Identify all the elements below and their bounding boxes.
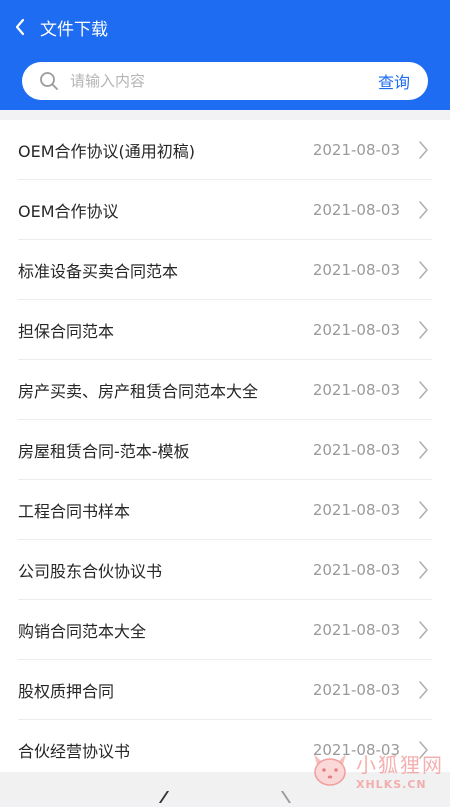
file-date: 2021-08-03 — [312, 501, 400, 519]
file-row[interactable]: 股权质押合同 2021-08-03 — [0, 660, 450, 720]
file-date: 2021-08-03 — [312, 441, 400, 459]
file-date: 2021-08-03 — [312, 681, 400, 699]
chevron-left-icon[interactable] — [14, 12, 34, 42]
chevron-right-icon — [416, 199, 430, 221]
file-name: 房屋租赁合同-范本-模板 — [18, 442, 190, 461]
page-title: 文件下载 — [40, 19, 108, 40]
file-row[interactable]: 购销合同范本大全 2021-08-03 — [0, 600, 450, 660]
file-date: 2021-08-03 — [312, 621, 400, 639]
watermark-logo: 小狐狸网 XHLKS.CN — [308, 742, 444, 798]
search-button[interactable]: 查询 — [378, 69, 410, 93]
nav-forward-icon[interactable] — [278, 788, 300, 804]
chevron-right-icon — [416, 259, 430, 281]
file-row[interactable]: 工程合同书样本 2021-08-03 — [0, 480, 450, 540]
chevron-right-icon — [416, 379, 430, 401]
file-date: 2021-08-03 — [312, 321, 400, 339]
chevron-right-icon — [416, 319, 430, 341]
search-input[interactable] — [68, 71, 378, 91]
file-row[interactable]: 房屋租赁合同-范本-模板 2021-08-03 — [0, 420, 450, 480]
header-bar: 文件下载 查询 — [0, 0, 450, 110]
file-name: 购销合同范本大全 — [18, 622, 147, 641]
file-row[interactable]: OEM合作协议(通用初稿) 2021-08-03 — [0, 120, 450, 180]
file-row[interactable]: OEM合作协议 2021-08-03 — [0, 180, 450, 240]
file-row[interactable]: 担保合同范本 2021-08-03 — [0, 300, 450, 360]
file-name: 工程合同书样本 — [18, 502, 131, 521]
chevron-right-icon — [416, 499, 430, 521]
file-date: 2021-08-03 — [312, 201, 400, 219]
file-row[interactable]: 房产买卖、房产租赁合同范本大全 2021-08-03 — [0, 360, 450, 420]
file-name: 合伙经营协议书 — [18, 742, 131, 761]
file-row[interactable]: 标准设备买卖合同范本 2021-08-03 — [0, 240, 450, 300]
chevron-right-icon — [416, 439, 430, 461]
back-button[interactable]: 文件下载 — [14, 12, 108, 42]
file-name: 担保合同范本 — [18, 322, 115, 341]
file-row[interactable]: 公司股东合伙协议书 2021-08-03 — [0, 540, 450, 600]
file-name: 公司股东合伙协议书 — [18, 562, 163, 581]
search-icon — [38, 70, 60, 92]
file-list: OEM合作协议(通用初稿) 2021-08-03 OEM合作协议 2021-08… — [0, 120, 450, 772]
watermark-text-cn: 小狐狸网 — [356, 753, 444, 777]
chevron-right-icon — [416, 679, 430, 701]
file-name: OEM合作协议 — [18, 202, 119, 221]
file-date: 2021-08-03 — [312, 381, 400, 399]
watermark-text-en: XHLKS.CN — [356, 778, 427, 791]
chevron-right-icon — [416, 559, 430, 581]
file-name: 房产买卖、房产租赁合同范本大全 — [18, 382, 259, 401]
chevron-right-icon — [416, 619, 430, 641]
file-date: 2021-08-03 — [312, 561, 400, 579]
file-name: 标准设备买卖合同范本 — [18, 262, 179, 281]
file-date: 2021-08-03 — [312, 141, 400, 159]
file-date: 2021-08-03 — [312, 261, 400, 279]
chevron-right-icon — [416, 139, 430, 161]
fox-logo-icon — [308, 746, 352, 794]
file-name: 股权质押合同 — [18, 682, 115, 701]
search-bar: 查询 — [22, 62, 428, 100]
nav-back-icon[interactable] — [150, 788, 172, 804]
file-name: OEM合作协议(通用初稿) — [18, 142, 195, 161]
